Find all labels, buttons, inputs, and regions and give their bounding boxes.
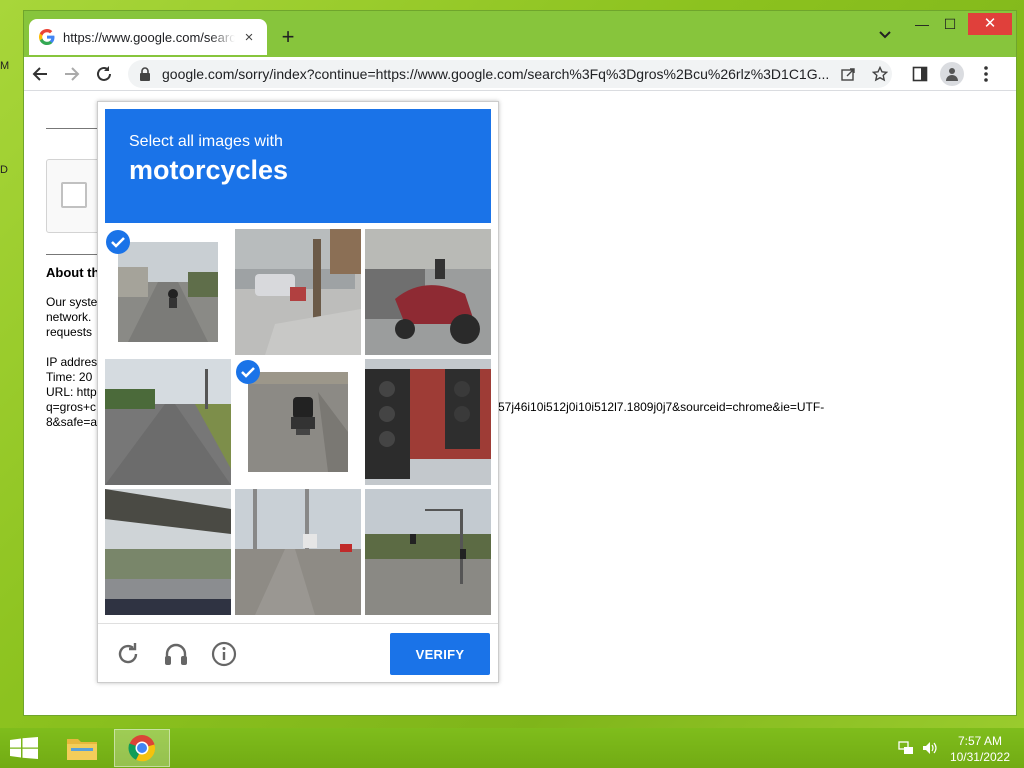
clock-time: 7:57 AM xyxy=(957,734,1002,748)
address-bar[interactable]: google.com/sorry/index?continue=https://… xyxy=(128,60,892,88)
challenge-header: Select all images with motorcycles xyxy=(105,109,491,223)
reload-icon[interactable] xyxy=(93,63,115,85)
divider xyxy=(46,254,104,255)
about-heading: About th xyxy=(46,265,100,280)
back-icon[interactable] xyxy=(29,63,51,85)
folder-icon xyxy=(67,739,97,760)
url-text[interactable]: google.com/sorry/index?continue=https://… xyxy=(162,66,830,82)
volume-icon[interactable] xyxy=(922,740,938,756)
recaptcha-checkbox[interactable] xyxy=(61,182,87,208)
tab-strip: https://www.google.com/search?q=gros × +… xyxy=(24,11,1016,57)
menu-kebab-icon[interactable] xyxy=(975,63,997,85)
close-window-button[interactable]: ✕ xyxy=(968,13,1012,35)
lock-icon xyxy=(140,67,150,81)
url-line: URL: http xyxy=(46,385,97,399)
explanation-line: Our syste xyxy=(46,295,98,309)
chrome-taskbar-button[interactable] xyxy=(114,729,170,767)
image-tile[interactable] xyxy=(365,359,491,485)
google-favicon-icon xyxy=(39,29,55,45)
selected-check-icon xyxy=(236,360,260,384)
desktop-icon-label-fragment: D xyxy=(0,164,8,176)
image-tile[interactable] xyxy=(105,359,231,485)
side-panel-icon[interactable] xyxy=(909,63,931,85)
tab-search-chevron-icon[interactable] xyxy=(876,28,894,42)
file-explorer-button[interactable] xyxy=(54,729,110,767)
tab-close-icon[interactable]: × xyxy=(241,29,257,46)
verify-button[interactable]: VERIFY xyxy=(390,633,490,675)
bookmark-star-icon[interactable] xyxy=(872,66,888,82)
desktop-icon-label-fragment: M xyxy=(0,60,10,72)
chrome-window: https://www.google.com/search?q=gros × +… xyxy=(23,10,1017,716)
recaptcha-challenge-popup: Select all images with motorcycles VERIF… xyxy=(97,101,499,683)
divider xyxy=(46,128,104,129)
ip-address-line: IP addres xyxy=(46,355,98,369)
page-content: About th Our syste network. requests IP … xyxy=(24,91,1016,715)
explanation-line: requests xyxy=(46,325,93,339)
chrome-icon xyxy=(128,735,156,762)
reload-challenge-icon[interactable] xyxy=(114,640,142,668)
forward-icon[interactable] xyxy=(61,63,83,85)
browser-toolbar: google.com/sorry/index?continue=https://… xyxy=(24,57,1016,91)
url-safe-line: 8&safe=a xyxy=(46,415,98,429)
maximize-button[interactable]: ☐ xyxy=(936,13,964,35)
selected-check-icon xyxy=(106,230,130,254)
time-line: Time: 20 xyxy=(46,370,93,384)
browser-tab[interactable]: https://www.google.com/search?q=gros × xyxy=(29,19,267,55)
image-tile[interactable] xyxy=(105,489,231,615)
image-tile[interactable] xyxy=(365,489,491,615)
image-tile[interactable] xyxy=(235,359,361,485)
audio-challenge-icon[interactable] xyxy=(162,640,190,668)
network-icon[interactable] xyxy=(898,740,914,756)
clock-date: 10/31/2022 xyxy=(949,750,1010,764)
new-tab-button[interactable]: + xyxy=(277,26,299,48)
image-tile[interactable] xyxy=(105,229,231,355)
system-clock[interactable]: 7:57 AM 10/31/2022 xyxy=(950,733,1010,765)
challenge-target: motorcycles xyxy=(129,155,289,185)
share-icon[interactable] xyxy=(840,66,856,82)
tab-title: https://www.google.com/search?q=gros xyxy=(63,29,235,45)
minimize-button[interactable]: — xyxy=(908,13,936,35)
image-tile[interactable] xyxy=(235,489,361,615)
profile-avatar-icon[interactable] xyxy=(940,62,964,86)
url-query-line: q=gros+c xyxy=(46,400,97,414)
taskbar: 7:57 AM 10/31/2022 xyxy=(0,728,1024,768)
windows-start-icon[interactable] xyxy=(10,737,38,759)
image-tile[interactable] xyxy=(235,229,361,355)
challenge-footer: VERIFY xyxy=(98,623,498,684)
url-tail-text: 57j46i10i512j0i10i512l7.1809j0j7&sourcei… xyxy=(498,400,825,414)
info-icon[interactable] xyxy=(210,640,238,668)
challenge-instruction: Select all images with xyxy=(129,133,283,150)
explanation-line: network. xyxy=(46,310,92,324)
image-tile[interactable] xyxy=(365,229,491,355)
